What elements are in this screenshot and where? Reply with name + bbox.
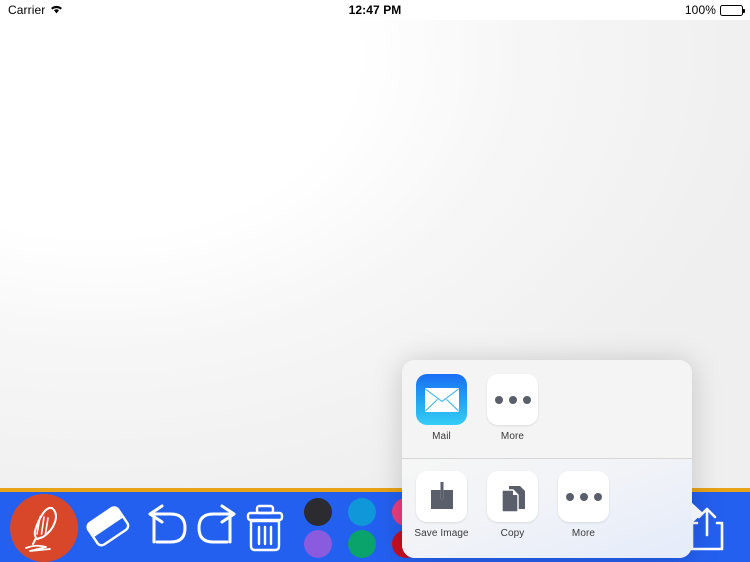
color-swatch-black[interactable] (304, 498, 332, 526)
pen-tool[interactable] (10, 494, 78, 562)
color-swatch-green[interactable] (348, 530, 376, 558)
share-action-copy[interactable]: Copy (487, 471, 538, 558)
battery-full-icon (720, 4, 745, 16)
battery-percent-label: 100% (684, 3, 716, 17)
share-action-label: Copy (500, 528, 525, 539)
copy-documents-icon (487, 471, 538, 522)
ellipsis-icon (558, 471, 609, 522)
redo-arrow-icon (197, 504, 236, 544)
trash-button[interactable] (240, 500, 290, 556)
eraser-tool[interactable] (80, 504, 138, 552)
eraser-icon (86, 506, 130, 547)
ellipsis-dots (494, 395, 531, 404)
share-action-label: Save Image (414, 528, 469, 539)
save-image-download-icon (416, 471, 467, 522)
share-sheet-popover: Mail More Save Image Copy More (402, 360, 703, 558)
redo-button[interactable] (188, 500, 244, 554)
share-app-mail[interactable]: Mail (416, 374, 467, 458)
popover-tail (691, 502, 703, 524)
mail-envelope-icon (416, 374, 467, 425)
ios-screen: Carrier 12:47 PM 100% g (0, 0, 750, 562)
status-bar-clock: 12:47 PM (0, 0, 750, 20)
status-bar-right: 100% (684, 0, 745, 20)
share-app-more[interactable]: More (487, 374, 538, 458)
ellipsis-dots (565, 492, 602, 501)
color-swatch-blue[interactable] (348, 498, 376, 526)
share-action-more[interactable]: More (558, 471, 609, 558)
share-sheet-body: Mail More Save Image Copy More (402, 360, 692, 558)
color-swatch-purple[interactable] (304, 530, 332, 558)
trash-icon (246, 504, 284, 552)
share-action-label: More (571, 528, 596, 539)
quill-signature-icon (10, 494, 78, 562)
status-bar: Carrier 12:47 PM 100% (0, 0, 750, 20)
share-action-save-image[interactable]: Save Image (414, 471, 469, 558)
share-app-label: More (500, 431, 525, 442)
share-apps-row: Mail More (402, 360, 692, 458)
share-actions-row: Save Image Copy More (402, 459, 692, 558)
clock-label: 12:47 PM (348, 3, 402, 17)
share-app-label: Mail (432, 431, 451, 442)
ellipsis-icon (487, 374, 538, 425)
